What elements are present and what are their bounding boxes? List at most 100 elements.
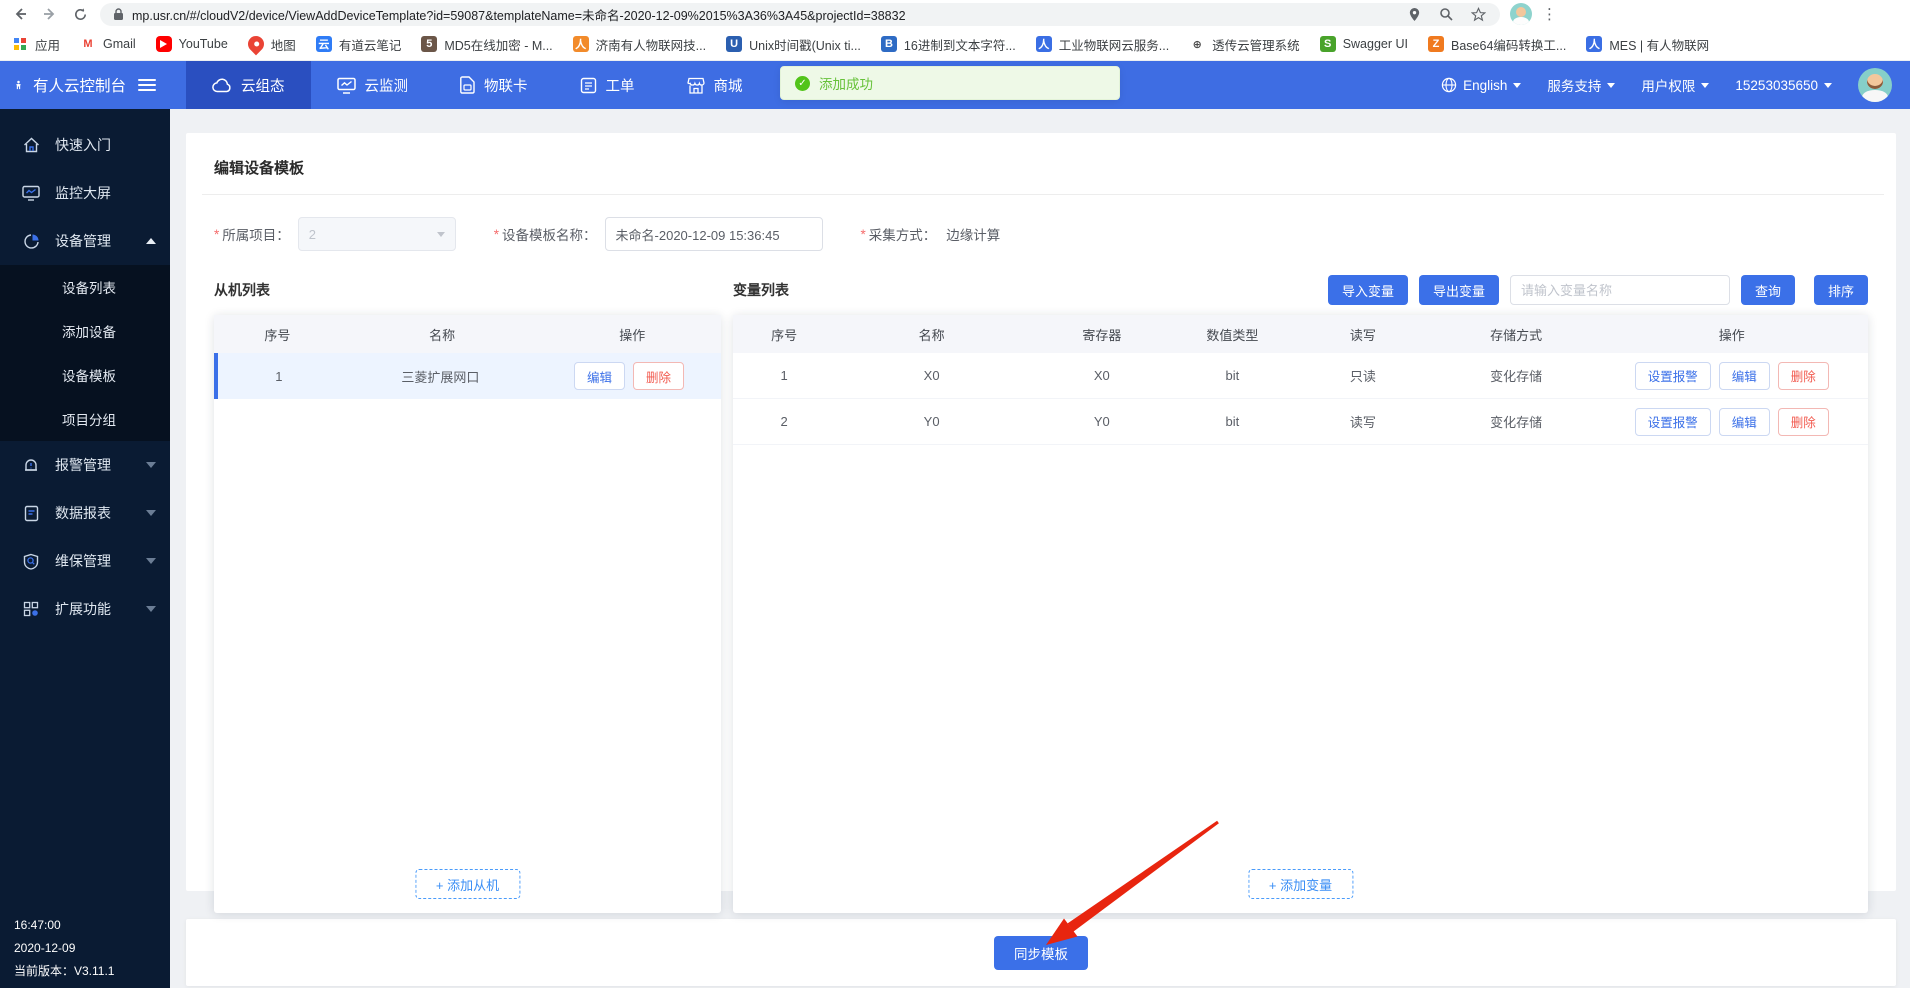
zoom-icon[interactable] — [1436, 4, 1456, 24]
toast-message: 添加成功 — [819, 73, 873, 93]
app-logo[interactable]: 有人云控制台 — [0, 61, 170, 109]
bookmark-maps[interactable]: 地图 — [248, 35, 296, 54]
bookmark-swagger[interactable]: SSwagger UI — [1320, 36, 1408, 52]
device-submenu: 设备列表 添加设备 设备模板 项目分组 — [0, 265, 170, 441]
delete-variable-button[interactable]: 删除 — [1778, 362, 1829, 390]
account-menu[interactable]: 15253035650 — [1735, 78, 1832, 93]
collect-mode-value: 边缘计算 — [946, 224, 1000, 244]
bookmark-md5[interactable]: 5MD5在线加密 - M... — [421, 35, 552, 54]
sync-template-button[interactable]: 同步模板 — [994, 936, 1088, 970]
bookmark-apps[interactable]: 应用 — [12, 35, 60, 54]
current-date: 2020-12-09 — [14, 937, 114, 960]
bookmark-star-icon[interactable] — [1468, 4, 1488, 24]
tab-mall[interactable]: 商城 — [661, 61, 769, 109]
youdao-icon: 云 — [316, 36, 332, 52]
version-label: 当前版本：V3.11.1 — [14, 960, 114, 983]
template-name-input[interactable] — [605, 217, 823, 251]
back-icon[interactable] — [10, 4, 30, 24]
forward-icon[interactable] — [40, 4, 60, 24]
current-time: 16:47:00 — [14, 914, 114, 937]
table-row[interactable]: 1 三菱扩展网口 编辑 删除 — [214, 353, 721, 399]
set-alarm-button[interactable]: 设置报警 — [1635, 362, 1711, 390]
variable-toolbar: 导入变量 导出变量 查询 排序 — [1328, 275, 1868, 305]
chevron-down-icon — [437, 232, 445, 237]
variable-table-header: 序号 名称 寄存器 数值类型 读写 存储方式 操作 — [733, 315, 1868, 353]
screen: mp.usr.cn/#/cloudV2/device/ViewAddDevice… — [0, 0, 1910, 988]
import-variable-button[interactable]: 导入变量 — [1328, 275, 1408, 305]
reload-icon[interactable] — [70, 4, 90, 24]
bookmark-youdao[interactable]: 云有道云笔记 — [316, 35, 402, 54]
edit-variable-button[interactable]: 编辑 — [1719, 408, 1770, 436]
add-variable-button[interactable]: + 添加变量 — [1248, 869, 1353, 899]
bookmark-usr-jinan[interactable]: 人济南有人物联网技... — [573, 35, 706, 54]
chevron-down-icon — [1824, 83, 1832, 88]
gmail-icon: M — [80, 36, 96, 52]
sidebar-item-project-group[interactable]: 项目分组 — [0, 397, 170, 441]
bookmark-base64[interactable]: ZBase64编码转换工... — [1428, 35, 1566, 54]
permission-menu[interactable]: 用户权限 — [1641, 75, 1709, 95]
chevron-down-icon — [146, 462, 156, 468]
sidebar-item-data-report[interactable]: 数据报表 — [0, 489, 170, 537]
bookmark-unix-timestamp[interactable]: UUnix时间戳(Unix ti... — [726, 35, 861, 54]
variable-list-title: 变量列表 — [733, 280, 789, 300]
variable-search-input[interactable] — [1510, 275, 1730, 305]
slave-list-title: 从机列表 — [214, 280, 733, 300]
monitor-icon — [337, 77, 356, 94]
template-form: * 所属项目： 2 * 设备模板名称： * 采集方式： 边缘计算 — [214, 217, 1868, 251]
pie-chart-icon — [22, 232, 40, 250]
chevron-down-icon — [1607, 83, 1615, 88]
bookmark-passthrough-cloud[interactable]: ⊕透传云管理系统 — [1189, 35, 1300, 54]
browser-menu-icon[interactable]: ⋮ — [1542, 5, 1558, 23]
location-pin-icon[interactable] — [1404, 4, 1424, 24]
edit-slave-button[interactable]: 编辑 — [574, 362, 625, 390]
bookmark-gmail[interactable]: MGmail — [80, 36, 136, 52]
add-slave-button[interactable]: + 添加从机 — [415, 869, 520, 899]
sort-button[interactable]: 排序 — [1814, 275, 1868, 305]
sidebar-item-quick-start[interactable]: 快速入门 — [0, 121, 170, 169]
delete-variable-button[interactable]: 删除 — [1778, 408, 1829, 436]
browser-profile-avatar[interactable] — [1510, 3, 1532, 25]
bookmark-youtube[interactable]: YouTube — [156, 36, 228, 52]
table-row[interactable]: 1 X0 X0 bit 只读 变化存储 设置报警 编辑 删除 — [733, 353, 1868, 399]
chevron-down-icon — [146, 510, 156, 516]
delete-slave-button[interactable]: 删除 — [633, 362, 684, 390]
sidebar-item-device-list[interactable]: 设备列表 — [0, 265, 170, 309]
sidebar-item-add-device[interactable]: 添加设备 — [0, 309, 170, 353]
tab-work-order[interactable]: 工单 — [554, 61, 661, 109]
slave-table-header: 序号 名称 操作 — [214, 315, 721, 353]
sidebar-item-device-template[interactable]: 设备模板 — [0, 353, 170, 397]
bookmarks-bar: 应用 MGmail YouTube 地图 云有道云笔记 5MD5在线加密 - M… — [0, 28, 1910, 61]
footer-bar: 同步模板 — [186, 919, 1896, 986]
nav-tabs: 云组态 云监测 物联卡 工单 商城 — [186, 61, 769, 109]
set-alarm-button[interactable]: 设置报警 — [1635, 408, 1711, 436]
table-row[interactable]: 2 Y0 Y0 bit 读写 变化存储 设置报警 编辑 删除 — [733, 399, 1868, 445]
language-menu[interactable]: English — [1441, 77, 1521, 93]
chevron-down-icon — [146, 558, 156, 564]
sidebar-footer: 16:47:00 2020-12-09 当前版本：V3.11.1 — [14, 914, 114, 983]
user-avatar[interactable] — [1858, 68, 1892, 102]
tab-cloud-scada[interactable]: 云组态 — [186, 61, 311, 109]
edit-variable-button[interactable]: 编辑 — [1719, 362, 1770, 390]
export-variable-button[interactable]: 导出变量 — [1419, 275, 1499, 305]
sidebar-item-maintenance[interactable]: 维保管理 — [0, 537, 170, 585]
youtube-icon — [156, 36, 172, 52]
support-menu[interactable]: 服务支持 — [1547, 75, 1615, 95]
globe-language-icon — [1441, 77, 1457, 93]
sidebar-item-device-management[interactable]: 设备管理 — [0, 217, 170, 265]
sidebar-item-alarm-management[interactable]: 报警管理 — [0, 441, 170, 489]
query-button[interactable]: 查询 — [1741, 275, 1795, 305]
address-bar[interactable]: mp.usr.cn/#/cloudV2/device/ViewAddDevice… — [100, 3, 1500, 26]
bookmark-iiot-cloud[interactable]: 人工业物联网云服务... — [1036, 35, 1169, 54]
panels-header: 从机列表 变量列表 导入变量 导出变量 查询 排序 — [214, 275, 1868, 305]
shop-icon — [687, 77, 705, 94]
bookmark-hex-to-text[interactable]: B16进制到文本字符... — [881, 35, 1016, 54]
tab-cloud-monitor[interactable]: 云监测 — [311, 61, 435, 109]
project-select[interactable]: 2 — [298, 217, 456, 251]
tab-iot-card[interactable]: 物联卡 — [434, 61, 554, 109]
bookmark-mes[interactable]: 人MES | 有人物联网 — [1586, 35, 1709, 54]
sidebar-item-monitor-screen[interactable]: 监控大屏 — [0, 169, 170, 217]
iiot-person-icon: 人 — [1036, 36, 1052, 52]
sidebar-item-extensions[interactable]: 扩展功能 — [0, 585, 170, 633]
project-label: 所属项目： — [222, 224, 290, 244]
collapse-menu-icon[interactable] — [138, 79, 156, 91]
